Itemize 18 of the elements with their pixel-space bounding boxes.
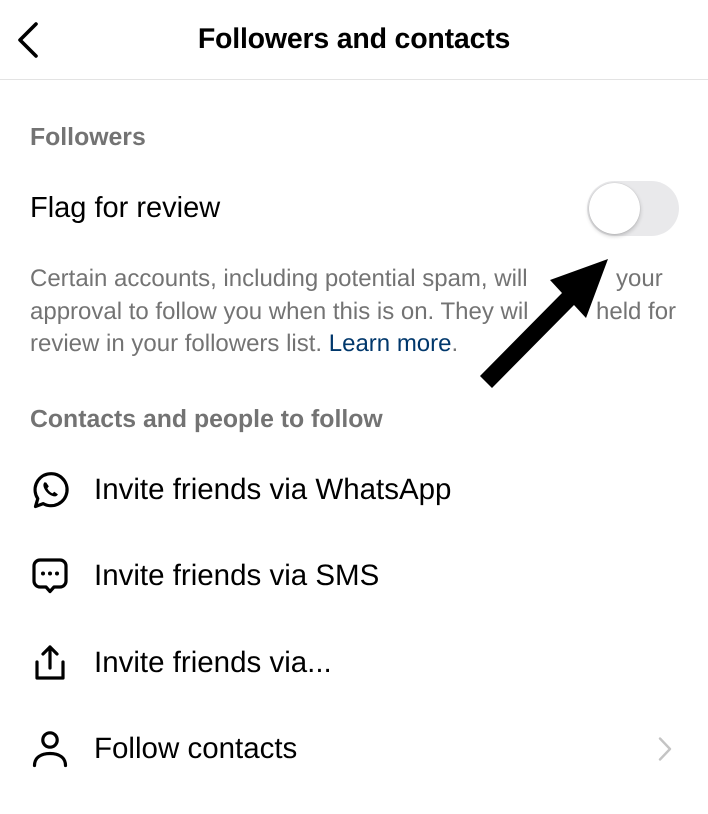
learn-more-link[interactable]: Learn more [328,330,452,357]
person-icon [30,729,70,770]
description-text: review in your followers list. Learn more. [30,329,458,359]
back-button[interactable] [16,22,40,58]
menu-item[interactable]: Invite friends via WhatsApp [0,446,708,533]
section-heading: Contacts and people to follow [30,404,383,434]
section-heading: Followers [30,123,146,153]
description-text: approval to follow you when this is on. They wil [30,296,528,326]
description-text: held for [596,296,676,326]
description-text: your [616,264,663,294]
menu-item[interactable]: Invite friends via SMS [0,533,708,620]
setting-label: Flag for review [30,192,220,224]
toggle-switch[interactable] [587,180,679,236]
back-icon [16,22,40,58]
description-text: Certain accounts, including potential spam, will [30,264,528,294]
page-title: Followers and contacts [198,23,510,56]
menu-item[interactable]: Invite friends via... [0,620,708,706]
menu-item[interactable]: Follow contacts [0,706,708,792]
